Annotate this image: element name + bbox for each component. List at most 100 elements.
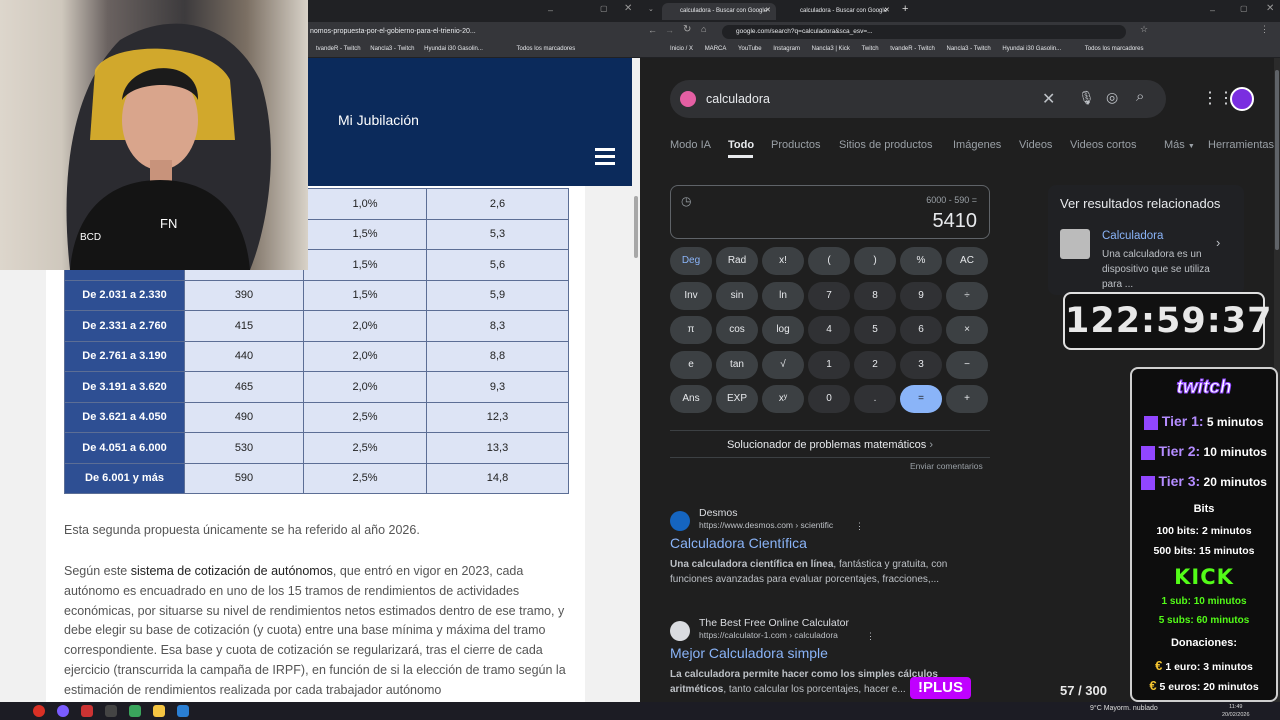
left-address-bar[interactable]: nomos-propuesta-por-el-gobierno-para-el-… [308, 22, 640, 41]
calc-key[interactable]: xʸ [762, 385, 804, 413]
calc-key[interactable]: Ans [670, 385, 712, 413]
app-icon[interactable] [129, 705, 141, 717]
calc-key[interactable]: 5 [854, 316, 896, 344]
calc-key[interactable]: sin [716, 281, 758, 310]
calc-key[interactable]: ln [762, 281, 804, 310]
bookmark-item[interactable]: MARCA [705, 41, 727, 57]
calc-key[interactable]: e [670, 350, 712, 379]
star-icon[interactable]: ☆ [1140, 24, 1148, 35]
calc-key[interactable]: 9 [900, 281, 942, 310]
close-tab-icon[interactable]: ✕ [765, 6, 771, 14]
lens-icon[interactable]: ◎ [1106, 89, 1118, 106]
tab-calculadora-active[interactable]: calculadora - Buscar con Google [662, 3, 776, 20]
forward-icon[interactable]: → [665, 25, 674, 35]
bookmark-item[interactable]: tvandeR - Twitch [890, 41, 935, 57]
calculator-thumbnail[interactable] [1060, 229, 1090, 259]
calc-key[interactable]: ( [808, 247, 850, 275]
calc-key[interactable]: 8 [854, 281, 896, 310]
bookmark-item[interactable]: Hyundai i30 Gasolin... [1002, 41, 1061, 57]
search-input[interactable]: calculadora [706, 80, 770, 118]
nav-tab-sitios[interactable]: Sitios de productos [839, 139, 933, 151]
microphone-icon[interactable]: 🎙 [1078, 90, 1095, 106]
minimize-icon[interactable]: – [548, 5, 553, 15]
calc-key[interactable]: x! [762, 247, 804, 275]
calc-key[interactable]: tan [716, 350, 758, 379]
minimize-icon[interactable]: – [1210, 5, 1215, 15]
related-title[interactable]: Calculadora [1102, 230, 1163, 242]
more-options-icon[interactable]: ⋮ [866, 631, 875, 642]
maximize-icon[interactable]: ▢ [600, 4, 608, 13]
bookmark-item[interactable]: Instagram [773, 41, 800, 57]
left-scrollbar[interactable] [632, 58, 640, 702]
calc-key[interactable]: . [854, 385, 896, 413]
history-icon[interactable]: ◷ [681, 194, 691, 208]
app-icon[interactable] [81, 705, 93, 717]
calc-key[interactable]: EXP [716, 385, 758, 413]
calc-key[interactable]: Inv [670, 281, 712, 310]
calc-key[interactable]: π [670, 316, 712, 344]
tab-list-icon[interactable]: ⌄ [648, 5, 654, 13]
menu-dots-icon[interactable]: ⋮ [1260, 24, 1269, 35]
nav-tab-videos-cortos[interactable]: Videos cortos [1070, 139, 1136, 151]
app-icon[interactable] [57, 705, 69, 717]
clear-icon[interactable]: ✕ [1042, 89, 1055, 109]
calc-key[interactable]: 4 [808, 316, 850, 344]
calc-key[interactable]: ÷ [946, 281, 988, 310]
nav-tab-herramientas[interactable]: Herramientas [1208, 139, 1274, 151]
bookmark-item[interactable]: Nancla3 - Twitch [947, 41, 991, 57]
tab-calculadora[interactable]: calculadora - Buscar con Google [782, 3, 896, 20]
nav-tab-todo[interactable]: Todo [728, 139, 754, 151]
bookmark-item[interactable]: Todos los marcadores [517, 41, 576, 57]
hamburger-menu-icon[interactable] [595, 148, 615, 166]
result-url[interactable]: https://calculator-1.com › calculadora [699, 630, 838, 640]
result-title[interactable]: Calculadora Científica [670, 535, 807, 551]
close-tab-icon[interactable]: ✕ [884, 6, 890, 14]
bookmark-item[interactable]: Nancla3 | Kick [812, 41, 850, 57]
calc-key[interactable]: × [946, 316, 988, 344]
close-window-icon[interactable]: ✕ [624, 3, 632, 14]
bookmark-item[interactable]: Twitch [862, 41, 879, 57]
result-url[interactable]: https://www.desmos.com › scientific [699, 520, 833, 530]
result-title[interactable]: Mejor Calculadora simple [670, 645, 828, 661]
calc-key[interactable]: ) [854, 247, 896, 275]
calc-key[interactable]: AC [946, 247, 988, 275]
feedback-link[interactable]: Enviar comentarios [910, 461, 983, 471]
folder-icon[interactable] [153, 705, 165, 717]
calc-key[interactable]: log [762, 316, 804, 344]
calc-key[interactable]: 6 [900, 316, 942, 344]
calc-key[interactable]: √ [762, 350, 804, 379]
calc-key[interactable]: + [946, 385, 988, 413]
calc-key[interactable]: 3 [900, 350, 942, 379]
bookmark-item[interactable]: Inicio / X [670, 41, 693, 57]
calc-key[interactable]: 2 [854, 350, 896, 379]
back-icon[interactable]: ← [648, 25, 657, 35]
bookmark-item[interactable]: YouTube [738, 41, 762, 57]
calc-key[interactable]: 7 [808, 281, 850, 310]
clock[interactable]: 11:49 20/02/2026 [1222, 703, 1250, 719]
weather-tray[interactable]: 9°C Mayorm. nublado [1090, 705, 1158, 712]
right-scrollbar-thumb[interactable] [1275, 70, 1279, 250]
home-icon[interactable]: ⌂ [701, 24, 706, 34]
obs-icon[interactable] [105, 705, 117, 717]
calc-key[interactable]: 0 [808, 385, 850, 413]
nav-tab-mas[interactable]: Más ▼ [1164, 139, 1195, 151]
bookmark-item[interactable]: Hyundai i30 Gasolin... [424, 41, 483, 57]
calc-key[interactable]: 1 [808, 350, 850, 379]
calc-key[interactable]: − [946, 350, 988, 379]
nav-tab-productos[interactable]: Productos [771, 139, 821, 151]
nav-tab-modo-ia[interactable]: Modo IA [670, 139, 711, 151]
bookmark-item[interactable]: Todos los marcadores [1085, 41, 1144, 57]
cotizacion-link[interactable]: sistema de cotización de autónomos [131, 564, 333, 578]
chevron-right-icon[interactable]: › [1216, 235, 1220, 250]
nav-tab-imagenes[interactable]: Imágenes [953, 139, 1001, 151]
calc-key[interactable]: Deg [670, 247, 712, 275]
bookmark-item[interactable]: Nancla3 - Twitch [370, 41, 414, 57]
new-tab-icon[interactable]: + [902, 3, 908, 15]
calc-key[interactable]: cos [716, 316, 758, 344]
site-title[interactable]: Mi Jubilación [338, 112, 419, 128]
left-scrollbar-thumb[interactable] [634, 196, 638, 258]
nav-tab-videos[interactable]: Videos [1019, 139, 1052, 151]
more-options-icon[interactable]: ⋮ [855, 521, 864, 532]
account-avatar[interactable] [1230, 87, 1254, 111]
right-address-bar[interactable]: google.com/search?q=calculadora&sca_esv=… [722, 25, 1126, 39]
